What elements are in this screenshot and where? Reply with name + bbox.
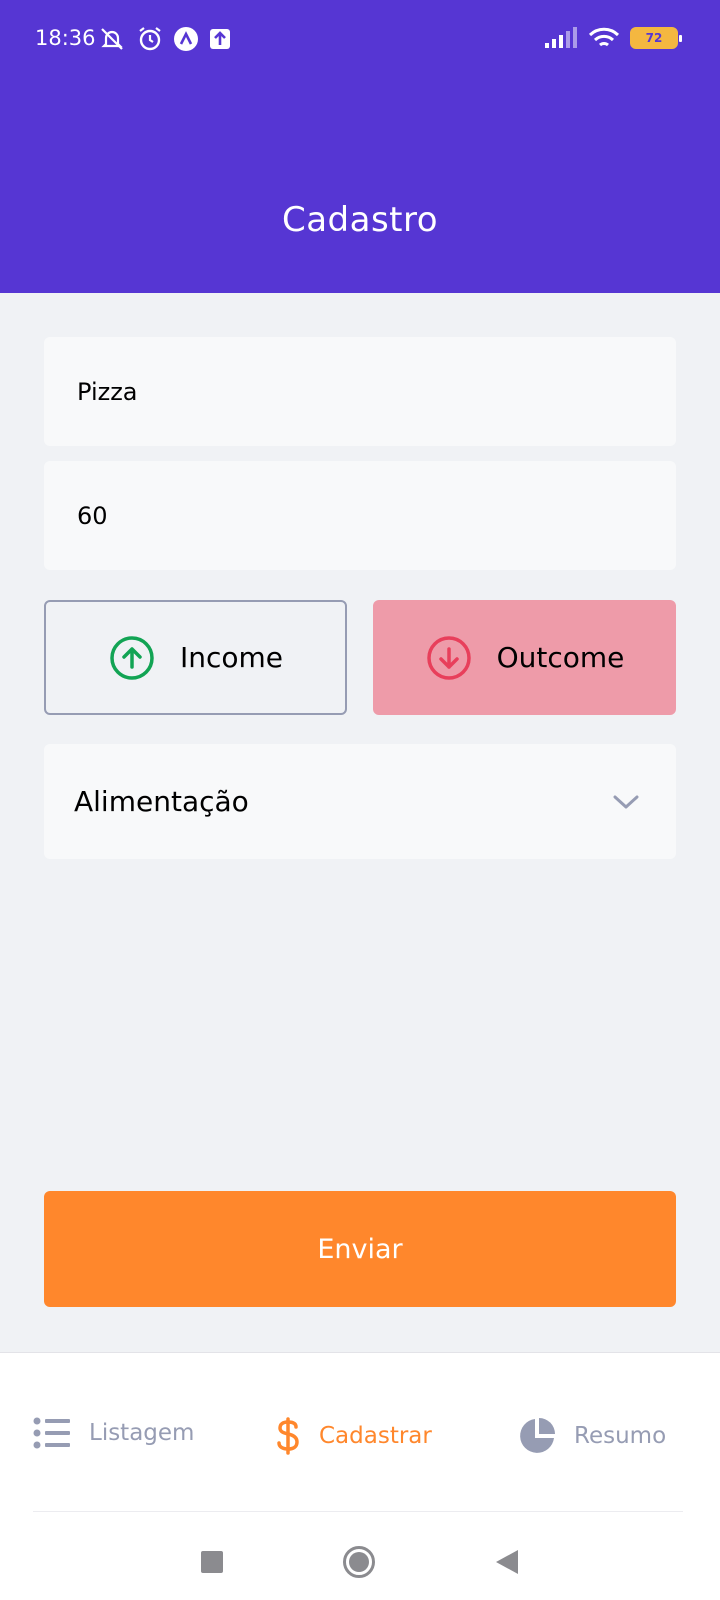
nav-label-listagem: Listagem: [89, 1420, 195, 1446]
status-time: 18:36: [35, 26, 96, 50]
status-left-icons: [97, 24, 232, 54]
page-title: Cadastro: [281, 200, 439, 240]
pie-chart-icon: [520, 1418, 555, 1453]
arrow-down-circle-icon: [426, 635, 471, 680]
nav-label-resumo: Resumo: [574, 1423, 667, 1449]
name-input-value: Pizza: [77, 377, 138, 406]
home-icon[interactable]: [342, 1545, 376, 1579]
dollar-icon: [277, 1417, 299, 1455]
mute-icon: [101, 28, 123, 50]
signal-icon: [545, 27, 577, 48]
alarm-icon: [139, 27, 161, 51]
income-button[interactable]: Income: [44, 600, 347, 715]
app-notification-icon: [174, 27, 198, 51]
recent-apps-icon[interactable]: [200, 1550, 224, 1574]
submit-label: Enviar: [317, 1233, 403, 1265]
name-input[interactable]: Pizza: [44, 337, 676, 446]
chevron-down-icon: [613, 795, 639, 808]
amount-input[interactable]: 60: [44, 461, 676, 570]
status-right-icons: 72: [544, 26, 682, 50]
category-select[interactable]: Alimentação: [44, 744, 676, 859]
bottom-nav: Listagem Cadastrar Resumo: [0, 1352, 720, 1600]
outcome-label: Outcome: [496, 641, 625, 674]
outcome-button[interactable]: Outcome: [373, 600, 676, 715]
header: Cadastro: [0, 88, 720, 293]
income-label: Income: [179, 641, 284, 674]
nav-item-resumo[interactable]: Resumo: [518, 1417, 666, 1455]
amount-input-value: 60: [77, 501, 108, 530]
category-value: Alimentação: [74, 785, 249, 818]
nav-item-cadastrar[interactable]: Cadastrar: [275, 1417, 432, 1455]
upload-icon: [210, 29, 230, 49]
arrow-up-circle-icon: [110, 635, 154, 680]
list-icon: [33, 1417, 70, 1449]
system-navigation-bar: [0, 1523, 720, 1600]
submit-button[interactable]: Enviar: [44, 1191, 676, 1307]
wifi-icon: [588, 27, 620, 47]
battery-icon: 72: [630, 27, 682, 49]
nav-label-cadastrar: Cadastrar: [319, 1423, 432, 1449]
status-bar: 18:36 72: [0, 0, 720, 88]
nav-divider: [33, 1511, 683, 1512]
battery-level: 72: [645, 31, 663, 45]
back-icon[interactable]: [494, 1548, 520, 1576]
nav-item-listagem[interactable]: Listagem: [33, 1417, 194, 1449]
